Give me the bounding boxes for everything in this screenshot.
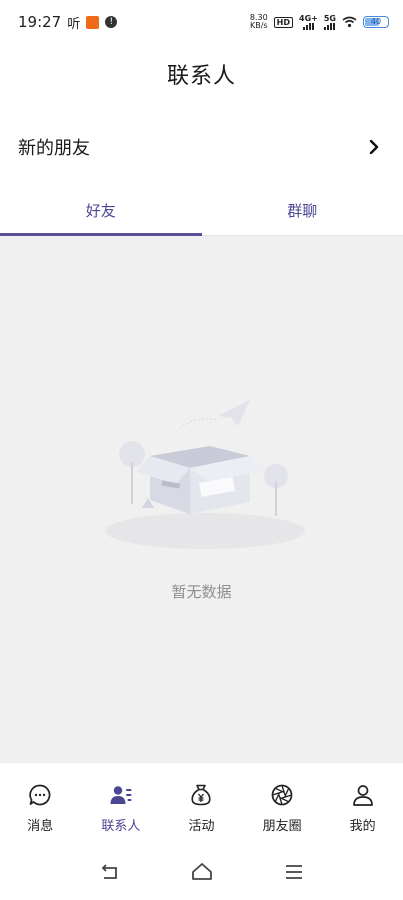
aperture-icon [271, 784, 293, 806]
hd-icon: HD [273, 16, 294, 28]
person-icon [352, 785, 373, 806]
status-left: 19:27 听 ! [18, 13, 118, 32]
wifi-icon [342, 16, 357, 28]
net-speed-unit: KB/s [249, 21, 268, 30]
battery-level: 40 [370, 17, 382, 26]
status-time: 19:27 [18, 13, 62, 31]
nav-label-activities: 活动 [188, 819, 215, 834]
status-listen-icon: 听 [67, 16, 81, 32]
status-bar: 19:27 听 ! 8.30 KB/s HD 4G+ 5G 40 [0, 0, 403, 44]
signal-4g-icon: 4G+ [299, 14, 318, 30]
chevron-right-icon [369, 140, 379, 154]
nav-label-messages: 消息 [27, 819, 54, 834]
money-bag-icon [191, 784, 212, 806]
battery-icon: 40 [363, 16, 389, 28]
bottom-nav: 消息 联系人 活动 朋友圈 我的 [0, 762, 403, 844]
nav-label-contacts: 联系人 [101, 819, 141, 834]
menu-icon[interactable] [283, 861, 305, 883]
empty-state-text: 暂无数据 [171, 583, 232, 601]
contact-list-area: 暂无数据 [0, 236, 403, 762]
signal-4g-label: 4G+ [299, 14, 318, 23]
new-friends-label: 新的朋友 [18, 138, 90, 159]
contacts-icon [110, 786, 132, 804]
chat-bubble-icon [29, 784, 51, 806]
back-icon[interactable] [99, 861, 121, 883]
tab-friends[interactable]: 好友 [0, 186, 202, 236]
nav-label-moments: 朋友圈 [262, 819, 302, 834]
status-right: 8.30 KB/s HD 4G+ 5G 40 [250, 14, 389, 30]
new-friends-row[interactable]: 新的朋友 [0, 122, 403, 172]
empty-box-illustration [105, 400, 305, 549]
system-nav-bar [0, 844, 403, 900]
nav-item-moments[interactable]: 朋友圈 [242, 763, 323, 844]
notification-app-icon [86, 15, 100, 29]
home-icon[interactable] [191, 861, 213, 883]
nav-item-profile[interactable]: 我的 [322, 763, 403, 844]
contact-tabs: 好友 群聊 [0, 186, 403, 236]
signal-5g-icon: 5G [324, 14, 336, 30]
page-title: 联系人 [166, 64, 236, 89]
contacts-page: 19:27 听 ! 8.30 KB/s HD 4G+ 5G 40 联系人 新的朋… [0, 0, 403, 900]
nav-item-messages[interactable]: 消息 [0, 763, 81, 844]
tab-groups[interactable]: 群聊 [202, 186, 403, 235]
signal-5g-label: 5G [323, 14, 336, 23]
nav-item-activities[interactable]: 活动 [161, 763, 242, 844]
info-icon: ! [105, 16, 118, 28]
net-speed: 8.30 KB/s [250, 14, 268, 30]
nav-label-profile: 我的 [349, 819, 376, 834]
nav-item-contacts[interactable]: 联系人 [81, 763, 162, 844]
